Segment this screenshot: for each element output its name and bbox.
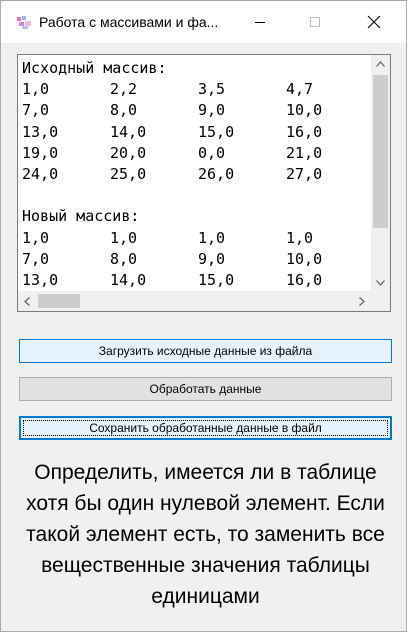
chevron-up-icon xyxy=(376,60,385,67)
output-cell: 0,0 xyxy=(198,143,226,162)
save-data-button[interactable]: Сохранить обработанные данные в файл xyxy=(19,416,392,440)
scroll-right-button[interactable] xyxy=(353,291,371,311)
title-bar[interactable]: Работа с массивами и фа... xyxy=(1,1,406,43)
close-icon xyxy=(367,15,381,29)
load-data-button[interactable]: Загрузить исходные данные из файла xyxy=(19,339,392,363)
output-cell: 25,0 xyxy=(110,164,147,183)
minimize-button[interactable] xyxy=(237,1,283,43)
output-text: Исходный массив: 1,0 2,2 3,5 4,7 7,0 8,0 9,0 10,… xyxy=(22,58,370,290)
output-cell: 8,0 xyxy=(110,249,138,268)
output-line: 7,0 8,0 9,0 10,0 xyxy=(22,249,370,270)
output-cell: 14,0 xyxy=(110,270,147,289)
chevron-down-icon xyxy=(376,279,385,286)
task-description: Определить, имеется ли в таблице хотя бы… xyxy=(26,461,385,608)
output-cell: 15,0 xyxy=(198,270,235,289)
maximize-icon xyxy=(310,17,320,27)
output-line: 1,0 2,2 3,5 4,7 xyxy=(22,79,370,100)
output-textbox[interactable]: Исходный массив: 1,0 2,2 3,5 4,7 7,0 8,0 9,0 10,… xyxy=(17,54,391,312)
horizontal-scrollbar[interactable] xyxy=(18,291,371,311)
output-heading: Исходный массив: xyxy=(22,59,167,77)
output-cell: 1,0 xyxy=(198,228,226,247)
output-cell: 26,0 xyxy=(198,164,235,183)
output-line: 1,0 1,0 1,0 1,0 xyxy=(22,228,370,249)
output-cell: 24,0 xyxy=(22,164,59,183)
output-cell: 27,0 xyxy=(286,164,323,183)
output-line: 13,0 14,0 15,0 16,0 xyxy=(22,270,370,290)
output-cell: 1,0 xyxy=(110,228,138,247)
output-cell: 16,0 xyxy=(286,270,323,289)
close-button[interactable] xyxy=(351,1,397,43)
output-cell: 3,5 xyxy=(198,80,226,99)
output-line: Исходный массив: xyxy=(22,58,370,79)
output-cell: 10,0 xyxy=(286,249,323,268)
output-cell: 7,0 xyxy=(22,249,50,268)
chevron-left-icon xyxy=(24,296,30,306)
output-cell: 14,0 xyxy=(110,122,147,141)
output-line: 7,0 8,0 9,0 10,0 xyxy=(22,100,370,121)
vertical-scrollbar[interactable] xyxy=(371,55,390,291)
process-data-button[interactable]: Обработать данные xyxy=(19,377,392,401)
output-cell: 4,7 xyxy=(286,80,314,99)
output-cell: 16,0 xyxy=(286,122,323,141)
output-cell: 1,0 xyxy=(22,80,50,99)
output-cell: 1,0 xyxy=(286,228,314,247)
output-cell: 13,0 xyxy=(22,270,59,289)
output-cell: 7,0 xyxy=(22,101,50,120)
chevron-right-icon xyxy=(359,296,365,306)
output-heading: Новый массив: xyxy=(22,207,140,226)
output-cell: 2,2 xyxy=(110,80,138,99)
output-line: 19,0 20,0 0,0 21,0 xyxy=(22,143,370,164)
output-cell: 9,0 xyxy=(198,101,226,120)
vertical-scroll-thumb[interactable] xyxy=(373,75,388,228)
output-line: 24,0 25,0 26,0 27,0 xyxy=(22,164,370,185)
output-cell: 15,0 xyxy=(198,122,235,141)
scroll-down-button[interactable] xyxy=(371,274,390,291)
output-cell: 10,0 xyxy=(286,101,323,120)
app-icon xyxy=(17,15,33,29)
output-line: Новый массив: xyxy=(22,206,370,227)
output-cell: 9,0 xyxy=(198,249,226,268)
maximize-button[interactable] xyxy=(292,1,338,43)
output-cell: 8,0 xyxy=(110,101,138,120)
output-cell: 21,0 xyxy=(286,143,323,162)
scroll-up-button[interactable] xyxy=(371,55,390,72)
app-window: Работа с массивами и фа... Исходный масс… xyxy=(0,0,407,632)
output-cell: 1,0 xyxy=(22,228,50,247)
scrollbar-corner xyxy=(371,291,390,311)
window-title: Работа с массивами и фа... xyxy=(39,14,219,30)
output-cell: 20,0 xyxy=(110,143,147,162)
output-cell: 19,0 xyxy=(22,143,59,162)
output-line: 13,0 14,0 15,0 16,0 xyxy=(22,122,370,143)
minimize-icon xyxy=(255,22,265,23)
horizontal-scroll-thumb[interactable] xyxy=(38,294,80,308)
output-cell: 13,0 xyxy=(22,122,59,141)
scroll-left-button[interactable] xyxy=(18,291,36,311)
